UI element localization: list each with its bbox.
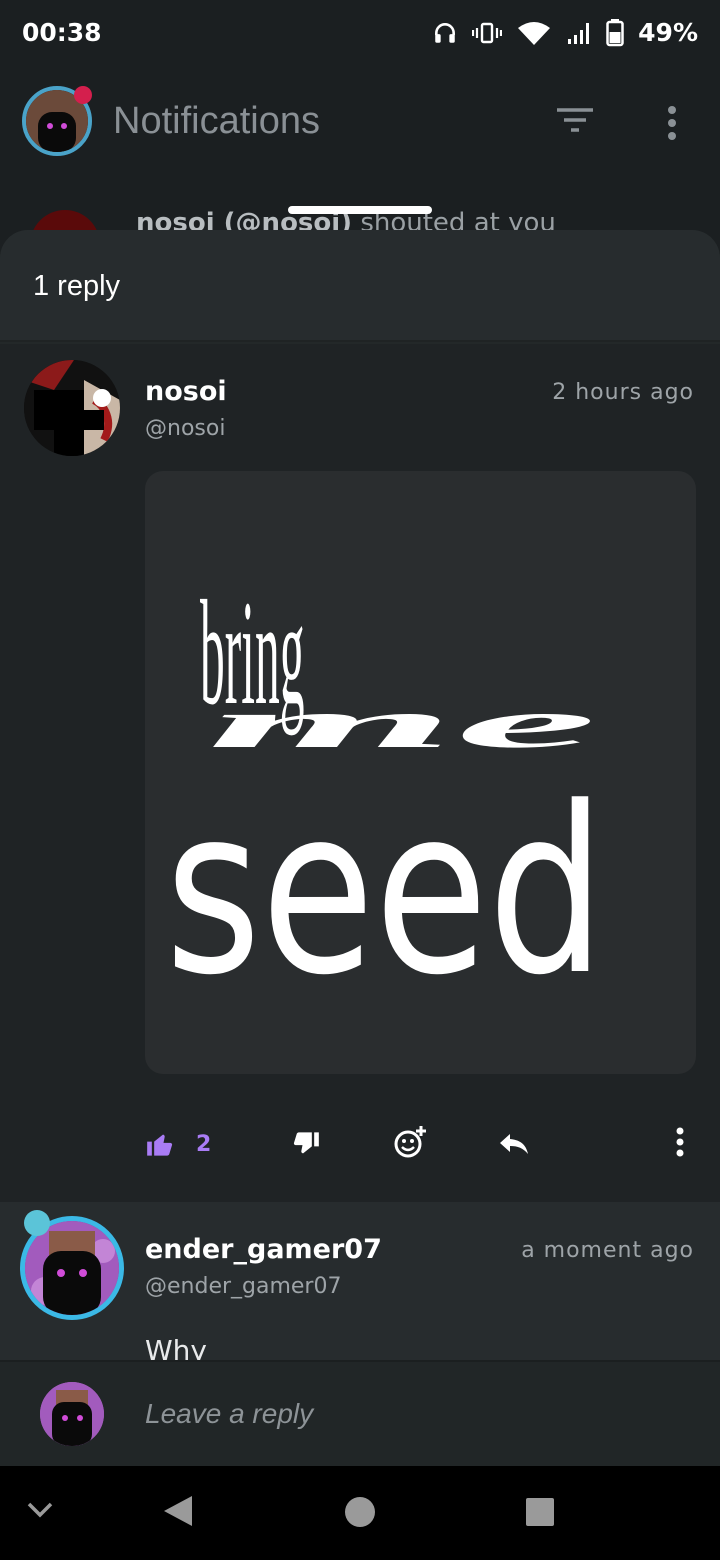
vibrate-icon xyxy=(472,22,503,43)
image-text-me: me xyxy=(207,686,597,763)
filter-icon[interactable] xyxy=(555,106,595,136)
chevron-down-icon[interactable] xyxy=(26,1500,54,1520)
sheet-header: 1 reply xyxy=(0,230,720,342)
reply-composer: Leave a reply xyxy=(0,1360,720,1466)
image-text-seed: seed xyxy=(165,759,605,1026)
more-vert-icon[interactable] xyxy=(660,104,684,144)
back-icon[interactable] xyxy=(162,1494,194,1528)
replies-sheet: 1 reply nosoi @nosoi 2 hours ago bring m… xyxy=(0,230,720,1466)
like-icon xyxy=(147,1134,173,1156)
app-bar: Notifications xyxy=(0,70,720,180)
like-button[interactable]: 2 xyxy=(146,1130,211,1158)
post-timestamp: 2 hours ago xyxy=(552,380,694,405)
wifi-icon xyxy=(518,21,551,45)
battery-icon xyxy=(606,18,624,46)
reply-handle: @ender_gamer07 xyxy=(145,1274,342,1299)
signal-icon xyxy=(568,22,590,44)
notification-dot xyxy=(74,86,92,104)
headphones-icon xyxy=(435,22,456,43)
sheet-title: 1 reply xyxy=(33,270,121,302)
dislike-icon[interactable] xyxy=(292,1130,320,1158)
avatar[interactable] xyxy=(24,360,120,456)
like-count: 2 xyxy=(196,1131,212,1157)
navigation-bar xyxy=(0,1466,720,1560)
status-icons: 49% xyxy=(432,18,698,47)
original-post: nosoi @nosoi 2 hours ago bring me seed 2 xyxy=(0,344,720,1202)
more-vert-icon[interactable] xyxy=(668,1126,692,1162)
status-bar: 00:38 49% xyxy=(0,0,720,70)
status-time: 00:38 xyxy=(22,18,102,47)
post-handle: @nosoi xyxy=(145,416,226,441)
reply-icon[interactable] xyxy=(498,1130,530,1158)
reply-timestamp: a moment ago xyxy=(521,1238,694,1263)
recents-icon[interactable] xyxy=(525,1497,555,1527)
battery-percentage: 49% xyxy=(638,18,698,47)
reply-input[interactable]: Leave a reply xyxy=(145,1398,665,1430)
reply-item: ender_gamer07 @ender_gamer07 a moment ag… xyxy=(0,1202,720,1367)
post-username[interactable]: nosoi xyxy=(145,376,227,407)
badge-icon xyxy=(24,1210,50,1236)
add-reaction-icon[interactable] xyxy=(392,1124,428,1160)
avatar xyxy=(40,1382,104,1446)
page-title: Notifications xyxy=(113,100,320,142)
reply-username[interactable]: ender_gamer07 xyxy=(145,1234,382,1265)
post-image[interactable]: bring me seed xyxy=(145,471,696,1074)
home-icon[interactable] xyxy=(344,1496,376,1528)
drag-handle[interactable] xyxy=(288,206,432,214)
post-actions: 2 xyxy=(0,1114,720,1184)
